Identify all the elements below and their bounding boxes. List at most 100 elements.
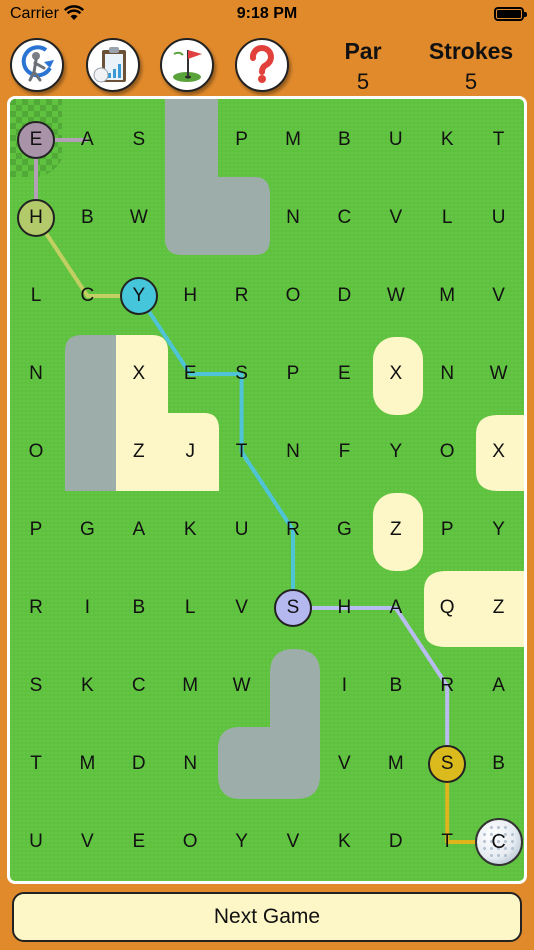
board-letter[interactable]: O xyxy=(273,276,313,316)
game-board[interactable]: EASPMBUKTHBWNCVLULCYHRODWMVNXESPEXNWOZJT… xyxy=(7,96,527,884)
board-letter[interactable]: G xyxy=(67,510,107,550)
board-letter[interactable]: W xyxy=(479,354,519,394)
board-letter[interactable]: X xyxy=(479,432,519,472)
board-letter[interactable]: S xyxy=(16,666,56,706)
board-letter[interactable]: Y xyxy=(222,822,262,862)
board-letter[interactable]: Y xyxy=(479,510,519,550)
board-letter[interactable]: H xyxy=(170,276,210,316)
board-letter[interactable]: O xyxy=(16,432,56,472)
board-letter[interactable]: B xyxy=(119,588,159,628)
board-letter[interactable]: R xyxy=(16,588,56,628)
board-letter[interactable]: U xyxy=(222,510,262,550)
board-letter[interactable]: M xyxy=(376,744,416,784)
board-letter[interactable]: M xyxy=(427,276,467,316)
board-letter[interactable]: K xyxy=(427,120,467,160)
board-letter[interactable]: S xyxy=(222,354,262,394)
golf-ball-icon[interactable]: C xyxy=(474,818,523,866)
board-letter[interactable]: M xyxy=(67,744,107,784)
board-letter[interactable]: B xyxy=(376,666,416,706)
board-letter[interactable]: B xyxy=(479,744,519,784)
board-letter[interactable]: S xyxy=(119,120,159,160)
board-letter[interactable]: C xyxy=(67,276,107,316)
board-letter[interactable]: I xyxy=(324,666,364,706)
board-letter[interactable]: I xyxy=(67,588,107,628)
board-letter[interactable]: K xyxy=(170,510,210,550)
board-letter[interactable]: R xyxy=(427,666,467,706)
reset-game-button[interactable] xyxy=(10,38,64,92)
board-letter[interactable]: X xyxy=(376,354,416,394)
board-letter[interactable]: O xyxy=(170,822,210,862)
board-letter[interactable]: J xyxy=(170,432,210,472)
board-letter[interactable]: P xyxy=(427,510,467,550)
board-letter[interactable]: V xyxy=(273,822,313,862)
board-letter[interactable]: P xyxy=(273,354,313,394)
board-letter[interactable]: A xyxy=(67,120,107,160)
board-letter[interactable]: O xyxy=(427,432,467,472)
board-letter[interactable]: N xyxy=(16,354,56,394)
board-letter[interactable]: V xyxy=(222,588,262,628)
board-letter[interactable]: C xyxy=(324,198,364,238)
board-letter[interactable]: Q xyxy=(427,588,467,628)
board-letter[interactable]: W xyxy=(222,666,262,706)
board-letter[interactable]: V xyxy=(376,198,416,238)
board-letter[interactable]: D xyxy=(119,744,159,784)
board-letter[interactable]: E xyxy=(119,822,159,862)
board-letter[interactable]: U xyxy=(479,198,519,238)
board-letter[interactable]: K xyxy=(324,822,364,862)
board-letter[interactable]: P xyxy=(16,510,56,550)
visited-letter[interactable]: E xyxy=(17,121,55,159)
board-letter[interactable]: Z xyxy=(479,588,519,628)
visited-letter[interactable]: Y xyxy=(119,277,158,315)
board-letter[interactable]: B xyxy=(67,198,107,238)
board-letter[interactable]: R xyxy=(273,510,313,550)
board-letter[interactable]: R xyxy=(222,276,262,316)
board-letter[interactable]: D xyxy=(376,822,416,862)
board-letter[interactable]: N xyxy=(170,744,210,784)
board-letter[interactable]: T xyxy=(427,822,467,862)
board-letter[interactable]: B xyxy=(324,120,364,160)
board-letter[interactable]: W xyxy=(119,198,159,238)
board-letter[interactable]: W xyxy=(376,276,416,316)
board-letter[interactable]: M xyxy=(170,666,210,706)
board-letter[interactable]: Z xyxy=(376,510,416,550)
board-letter[interactable]: N xyxy=(273,432,313,472)
board-letter[interactable]: M xyxy=(273,120,313,160)
visited-letter[interactable]: S xyxy=(428,745,467,783)
next-game-button[interactable]: Next Game xyxy=(12,892,522,942)
board-letter[interactable]: D xyxy=(324,276,364,316)
board-letter[interactable]: X xyxy=(119,354,159,394)
board-letter[interactable]: Z xyxy=(119,432,159,472)
visited-letter[interactable]: H xyxy=(17,199,55,237)
board-letter[interactable]: A xyxy=(376,588,416,628)
board-letter[interactable]: A xyxy=(119,510,159,550)
board-letter[interactable]: H xyxy=(324,588,364,628)
board-letter[interactable]: K xyxy=(67,666,107,706)
board-letter[interactable]: V xyxy=(479,276,519,316)
visited-letter[interactable]: S xyxy=(274,589,312,627)
board-letter[interactable]: L xyxy=(427,198,467,238)
board-letter[interactable]: N xyxy=(427,354,467,394)
board-letter[interactable]: F xyxy=(324,432,364,472)
board-letter[interactable]: T xyxy=(16,744,56,784)
board-letter[interactable]: U xyxy=(376,120,416,160)
board-letter[interactable]: V xyxy=(67,822,107,862)
strokes-display: Strokes 5 xyxy=(426,38,516,95)
stats-button[interactable] xyxy=(86,38,140,92)
board-letter[interactable]: G xyxy=(324,510,364,550)
board-letter[interactable]: L xyxy=(170,588,210,628)
board-letter[interactable]: T xyxy=(479,120,519,160)
help-button[interactable] xyxy=(235,38,289,92)
par-value: 5 xyxy=(356,69,370,94)
board-letter[interactable]: A xyxy=(479,666,519,706)
board-letter[interactable]: P xyxy=(222,120,262,160)
board-letter[interactable]: C xyxy=(119,666,159,706)
board-letter[interactable]: E xyxy=(324,354,364,394)
board-letter[interactable]: U xyxy=(16,822,56,862)
board-letter[interactable]: T xyxy=(222,432,262,472)
course-button[interactable] xyxy=(160,38,214,92)
board-letter[interactable]: V xyxy=(324,744,364,784)
board-letter[interactable]: L xyxy=(16,276,56,316)
board-letter[interactable]: N xyxy=(273,198,313,238)
board-letter[interactable]: Y xyxy=(376,432,416,472)
board-letter[interactable]: E xyxy=(170,354,210,394)
